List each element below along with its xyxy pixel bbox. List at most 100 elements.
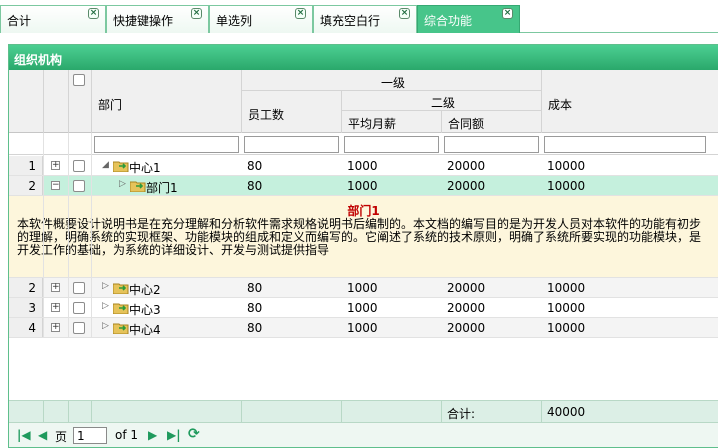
- row-detail-panel: 部门1 本软件概要设计说明书是在充分理解和分析软件需求规格说明书后编制的。本文档…: [9, 196, 718, 278]
- row-checkbox[interactable]: [73, 282, 85, 294]
- cell-employees: 80: [247, 179, 263, 193]
- row-checkbox[interactable]: [73, 180, 85, 192]
- cell-avg-salary: 1000: [347, 179, 378, 193]
- header-dept[interactable]: 部门: [98, 96, 122, 113]
- row-expand-icon[interactable]: +: [51, 283, 60, 292]
- tree-expand-icon[interactable]: ▷: [119, 179, 126, 189]
- panel-title: 组织机构: [9, 45, 718, 70]
- table-row[interactable]: 1 + ◢ 中心1 80 1000 20000 10000: [9, 156, 718, 176]
- row-number: 2: [9, 278, 43, 297]
- tab-label: 综合功能: [424, 14, 473, 28]
- filter-contract-input[interactable]: [444, 136, 539, 153]
- cell-employees: 80: [247, 301, 263, 315]
- org-panel: 组织机构 部门 一级 员工数 二级 平均月薪 合同额 成本 1 + ◢ 中心1 …: [8, 44, 718, 448]
- row-checkbox[interactable]: [73, 160, 85, 172]
- close-icon[interactable]: ×: [502, 8, 513, 19]
- prev-page-icon[interactable]: ◀: [38, 428, 47, 442]
- table-row[interactable]: 4 + ▷ 中心4 80 1000 20000 10000: [9, 318, 718, 338]
- summary-row: 合计: 40000: [9, 400, 718, 423]
- table-row[interactable]: 3 + ▷ 中心3 80 1000 20000 10000: [9, 298, 718, 318]
- cell-employees: 80: [247, 159, 263, 173]
- folder-icon: [113, 303, 129, 314]
- row-expand-icon[interactable]: +: [51, 303, 60, 312]
- tab-shortcut-keys[interactable]: 快捷键操作 ×: [106, 5, 209, 33]
- tab-single-select[interactable]: 单选列 ×: [209, 5, 313, 33]
- tab-label: 快捷键操作: [113, 14, 174, 28]
- tree-expand-icon[interactable]: ▷: [102, 281, 109, 291]
- pager: |◀ ◀ 页 of 1 ▶ ▶| ⟳: [9, 422, 718, 447]
- select-all-checkbox[interactable]: [73, 74, 85, 86]
- cell-contract: 20000: [447, 159, 486, 173]
- tree-expand-icon[interactable]: ▷: [102, 301, 109, 311]
- row-number: 4: [9, 318, 43, 337]
- tree-node-label: 中心2: [129, 283, 161, 297]
- cell-contract: 20000: [447, 301, 486, 315]
- filter-row: [9, 133, 718, 155]
- folder-icon: [113, 161, 129, 172]
- detail-text: 本软件概要设计说明书是在充分理解和分析软件需求规格说明书后编制的。本文档的编写目…: [17, 217, 702, 257]
- cell-avg-salary: 1000: [347, 281, 378, 295]
- row-number: 2: [9, 176, 43, 195]
- tab-label: 单选列: [216, 14, 253, 28]
- page-number-input[interactable]: [73, 427, 107, 444]
- header-cost[interactable]: 成本: [548, 96, 572, 113]
- page-label: 页: [55, 430, 68, 444]
- cell-avg-salary: 1000: [347, 321, 378, 335]
- folder-icon: [113, 323, 129, 334]
- refresh-icon[interactable]: ⟳: [188, 426, 200, 442]
- cell-cost: 10000: [547, 159, 586, 173]
- cell-avg-salary: 1000: [347, 159, 378, 173]
- filter-avg-salary-input[interactable]: [344, 136, 439, 153]
- cell-contract: 20000: [447, 321, 486, 335]
- cell-employees: 80: [247, 281, 263, 295]
- header-employees[interactable]: 员工数: [248, 106, 284, 123]
- first-page-icon[interactable]: |◀: [17, 428, 31, 442]
- tree-collapse-icon[interactable]: ◢: [102, 160, 109, 170]
- row-number: 1: [9, 156, 43, 175]
- tab-label: 合计: [7, 14, 32, 28]
- filter-employees-input[interactable]: [244, 136, 339, 153]
- table-row[interactable]: 2 + ▷ 中心2 80 1000 20000 10000: [9, 278, 718, 298]
- tree-node-label: 中心4: [129, 323, 161, 337]
- tab-heji[interactable]: 合计 ×: [0, 5, 106, 33]
- cell-cost: 10000: [547, 281, 586, 295]
- summary-label: 合计:: [447, 407, 476, 421]
- row-number: 3: [9, 298, 43, 317]
- row-expand-icon[interactable]: +: [51, 323, 60, 332]
- tab-fill-blank-rows[interactable]: 填充空白行 ×: [313, 5, 417, 33]
- close-icon[interactable]: ×: [191, 8, 202, 19]
- header-group-level1: 一级: [381, 76, 406, 90]
- cell-employees: 80: [247, 321, 263, 335]
- close-icon[interactable]: ×: [88, 8, 99, 19]
- tab-bar: 合计 × 快捷键操作 × 单选列 × 填充空白行 × 综合功能 ×: [0, 0, 718, 33]
- next-page-icon[interactable]: ▶: [148, 428, 157, 442]
- row-collapse-icon[interactable]: −: [51, 181, 60, 190]
- folder-icon: [130, 181, 146, 192]
- header-avg-salary[interactable]: 平均月薪: [348, 115, 396, 132]
- folder-icon: [113, 283, 129, 294]
- close-icon[interactable]: ×: [295, 8, 306, 19]
- tab-label: 填充空白行: [320, 14, 381, 28]
- header-contract[interactable]: 合同额: [448, 115, 484, 132]
- close-icon[interactable]: ×: [399, 8, 410, 19]
- table-row-selected[interactable]: 2 − ▷ 部门1 80 1000 20000 10000: [9, 176, 718, 196]
- cell-cost: 10000: [547, 179, 586, 193]
- tab-combined-features[interactable]: 综合功能 ×: [417, 5, 520, 33]
- grid-header: 部门 一级 员工数 二级 平均月薪 合同额 成本: [9, 70, 718, 133]
- tree-node-label: 部门1: [146, 181, 178, 195]
- row-checkbox[interactable]: [73, 302, 85, 314]
- page-count: of 1: [115, 428, 139, 442]
- row-expand-icon[interactable]: +: [51, 161, 60, 170]
- tree-grid: 部门 一级 员工数 二级 平均月薪 合同额 成本 1 + ◢ 中心1 80 10…: [9, 70, 718, 447]
- last-page-icon[interactable]: ▶|: [167, 428, 181, 442]
- filter-cost-input[interactable]: [544, 136, 706, 153]
- cell-contract: 20000: [447, 179, 486, 193]
- filter-dept-input[interactable]: [94, 136, 239, 153]
- header-group-level2: 二级: [431, 96, 456, 110]
- row-checkbox[interactable]: [73, 322, 85, 334]
- tree-expand-icon[interactable]: ▷: [102, 321, 109, 331]
- cell-contract: 20000: [447, 281, 486, 295]
- cell-cost: 10000: [547, 321, 586, 335]
- summary-value: 40000: [547, 405, 586, 419]
- cell-cost: 10000: [547, 301, 586, 315]
